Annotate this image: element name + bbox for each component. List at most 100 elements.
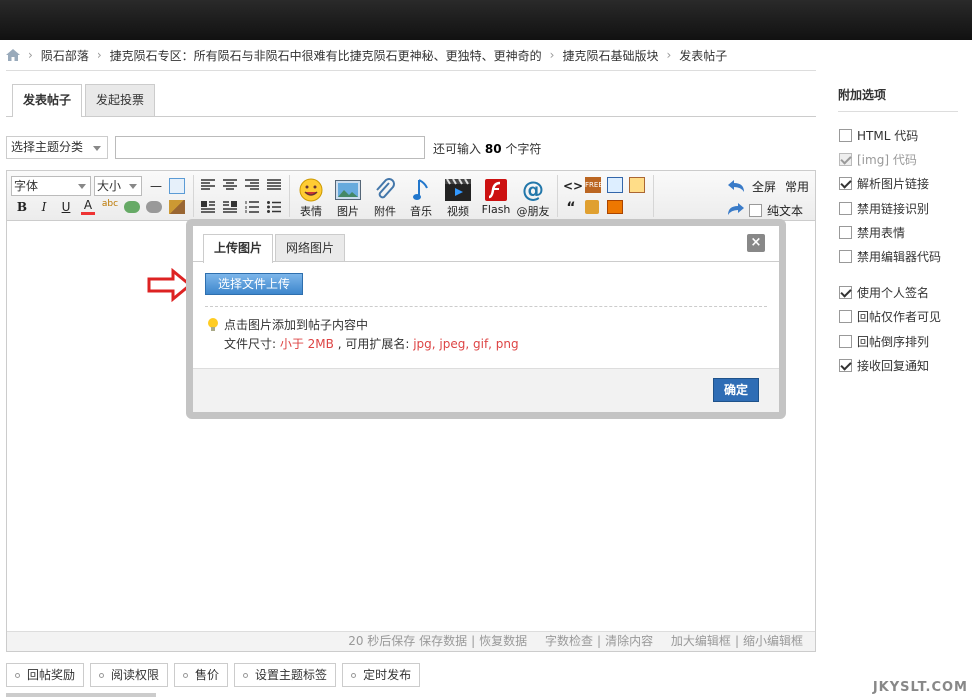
- option-label: 禁用表情: [857, 226, 906, 240]
- bullet-icon: [351, 672, 357, 678]
- attach-button[interactable]: 附件: [365, 177, 405, 219]
- tab-label: 阅读权限: [111, 668, 160, 682]
- option-row[interactable]: 回帖倒序排列: [839, 333, 929, 350]
- plain-text-checkbox[interactable]: [749, 204, 762, 217]
- tab-read-permission[interactable]: 阅读权限: [90, 663, 169, 687]
- restore-data-link[interactable]: 恢复数据: [479, 634, 527, 648]
- option-row[interactable]: 禁用表情: [839, 224, 905, 241]
- image-button[interactable]: 图片: [328, 177, 368, 219]
- music-button[interactable]: 音乐: [401, 177, 441, 219]
- tab-topic-tags[interactable]: 设置主题标签: [234, 663, 337, 687]
- italic-icon[interactable]: I: [37, 200, 51, 214]
- option-row[interactable]: 回帖仅作者可见: [839, 308, 941, 325]
- bold-icon[interactable]: B: [15, 200, 29, 214]
- float-left-icon[interactable]: [201, 201, 215, 213]
- clear-content-link[interactable]: 清除内容: [605, 634, 653, 648]
- option-row[interactable]: 使用个人签名: [839, 284, 929, 301]
- quote-icon[interactable]: “: [563, 200, 579, 216]
- font-select[interactable]: 字体: [11, 176, 91, 196]
- redo-icon[interactable]: [727, 202, 745, 216]
- tab-page-icon[interactable]: [629, 177, 645, 193]
- code-icon[interactable]: <>: [563, 179, 583, 193]
- flash-button[interactable]: Flash: [476, 177, 516, 216]
- option-checkbox[interactable]: [839, 226, 852, 239]
- option-row[interactable]: HTML 代码: [839, 127, 918, 144]
- tab-poll[interactable]: 发起投票: [85, 84, 156, 116]
- tab-web-image[interactable]: 网络图片: [275, 234, 346, 262]
- tab-price[interactable]: 售价: [174, 663, 229, 687]
- chevron-down-icon: [93, 146, 101, 151]
- align-left-icon[interactable]: [201, 179, 215, 191]
- tab-label: 售价: [195, 668, 220, 682]
- highlight-icon[interactable]: abc: [101, 199, 119, 209]
- free-icon[interactable]: FREE: [585, 177, 603, 193]
- option-checkbox[interactable]: [839, 359, 852, 372]
- title-input[interactable]: [115, 136, 425, 159]
- option-checkbox[interactable]: [839, 310, 852, 323]
- lock-icon[interactable]: [585, 200, 599, 214]
- option-row[interactable]: 解析图片链接: [839, 175, 929, 192]
- tab-upload-image[interactable]: 上传图片: [203, 234, 274, 263]
- at-sign-icon: @: [522, 177, 544, 203]
- undo-icon[interactable]: [727, 179, 745, 193]
- option-row[interactable]: 禁用链接识别: [839, 200, 929, 217]
- select-file-upload-button[interactable]: 选择文件上传: [205, 273, 303, 295]
- align-center-icon[interactable]: [223, 179, 237, 191]
- option-row[interactable]: 禁用编辑器代码: [839, 248, 941, 265]
- home-icon[interactable]: [6, 49, 20, 61]
- word-count-link[interactable]: 字数检查: [545, 634, 593, 648]
- video-button[interactable]: 视频: [438, 177, 478, 219]
- underline-icon[interactable]: U: [59, 200, 73, 214]
- align-justify-icon[interactable]: [267, 179, 281, 191]
- option-label: 解析图片链接: [857, 177, 930, 191]
- align-right-icon[interactable]: [245, 179, 259, 191]
- float-right-icon[interactable]: [223, 201, 237, 213]
- video-icon: [445, 179, 471, 201]
- clear-format-icon[interactable]: [169, 200, 185, 214]
- file-constraints: 文件尺寸: 小于 2MB , 可用扩展名: jpg, jpeg, gif, pn…: [224, 335, 519, 352]
- extensions-label: , 可用扩展名:: [333, 337, 414, 351]
- char-hint-prefix: 还可输入: [433, 142, 482, 156]
- option-checkbox[interactable]: [839, 250, 852, 263]
- horizontal-rule-icon[interactable]: —: [149, 176, 163, 196]
- font-color-icon[interactable]: A: [81, 199, 95, 215]
- option-checkbox[interactable]: [839, 202, 852, 215]
- option-row[interactable]: [img] 代码: [839, 151, 917, 168]
- hide-content-icon[interactable]: [607, 200, 623, 214]
- music-note-icon: [413, 179, 428, 200]
- breadcrumb-item-section[interactable]: 捷克陨石专区：所有陨石与非陨石中很难有比捷克陨石更神秘、更独特、更神奇的: [110, 47, 542, 64]
- option-checkbox[interactable]: [839, 129, 852, 142]
- option-checkbox[interactable]: [839, 335, 852, 348]
- emoji-button[interactable]: 表情: [291, 177, 331, 219]
- breadcrumb-item-board[interactable]: 捷克陨石基础版块: [562, 47, 658, 64]
- dialog-body: 上传图片 网络图片 × 选择文件上传 点击图片添加到帖子内容中 文件尺寸: 小于…: [193, 226, 779, 412]
- size-select[interactable]: 大小: [94, 176, 142, 196]
- breadcrumb-item-forum[interactable]: 陨石部落: [41, 47, 89, 64]
- option-checkbox[interactable]: [839, 286, 852, 299]
- plain-text-toggle[interactable]: 纯文本: [749, 202, 803, 219]
- tab-scheduled-publish[interactable]: 定时发布: [342, 663, 421, 687]
- category-select[interactable]: 选择主题分类: [6, 136, 108, 159]
- shrink-editor-link[interactable]: 缩小编辑框: [743, 634, 803, 648]
- post-type-tabs: 发表帖子 发起投票: [12, 84, 158, 117]
- save-data-link[interactable]: 保存数据: [419, 634, 467, 648]
- ordered-list-icon[interactable]: [245, 201, 259, 213]
- submit-button-edge[interactable]: [6, 693, 156, 697]
- link-icon[interactable]: [124, 201, 140, 213]
- mention-button[interactable]: @ @朋友: [513, 177, 553, 219]
- option-row[interactable]: 接收回复通知: [839, 357, 929, 374]
- close-icon[interactable]: ×: [747, 234, 765, 252]
- image-upload-dialog: 上传图片 网络图片 × 选择文件上传 点击图片添加到帖子内容中 文件尺寸: 小于…: [186, 219, 786, 419]
- tab-reply-reward[interactable]: 回帖奖励: [6, 663, 85, 687]
- enlarge-editor-link[interactable]: 加大编辑框: [671, 634, 731, 648]
- page-icon[interactable]: [607, 177, 623, 193]
- common-button[interactable]: 常用: [782, 178, 812, 195]
- tab-post[interactable]: 发表帖子: [12, 84, 83, 117]
- table-icon[interactable]: [169, 178, 185, 194]
- divider: [838, 111, 958, 112]
- confirm-button[interactable]: 确定: [713, 378, 759, 402]
- unordered-list-icon[interactable]: [267, 201, 281, 213]
- fullscreen-button[interactable]: 全屏: [749, 178, 779, 195]
- option-checkbox[interactable]: [839, 177, 852, 190]
- unlink-icon[interactable]: [146, 201, 162, 213]
